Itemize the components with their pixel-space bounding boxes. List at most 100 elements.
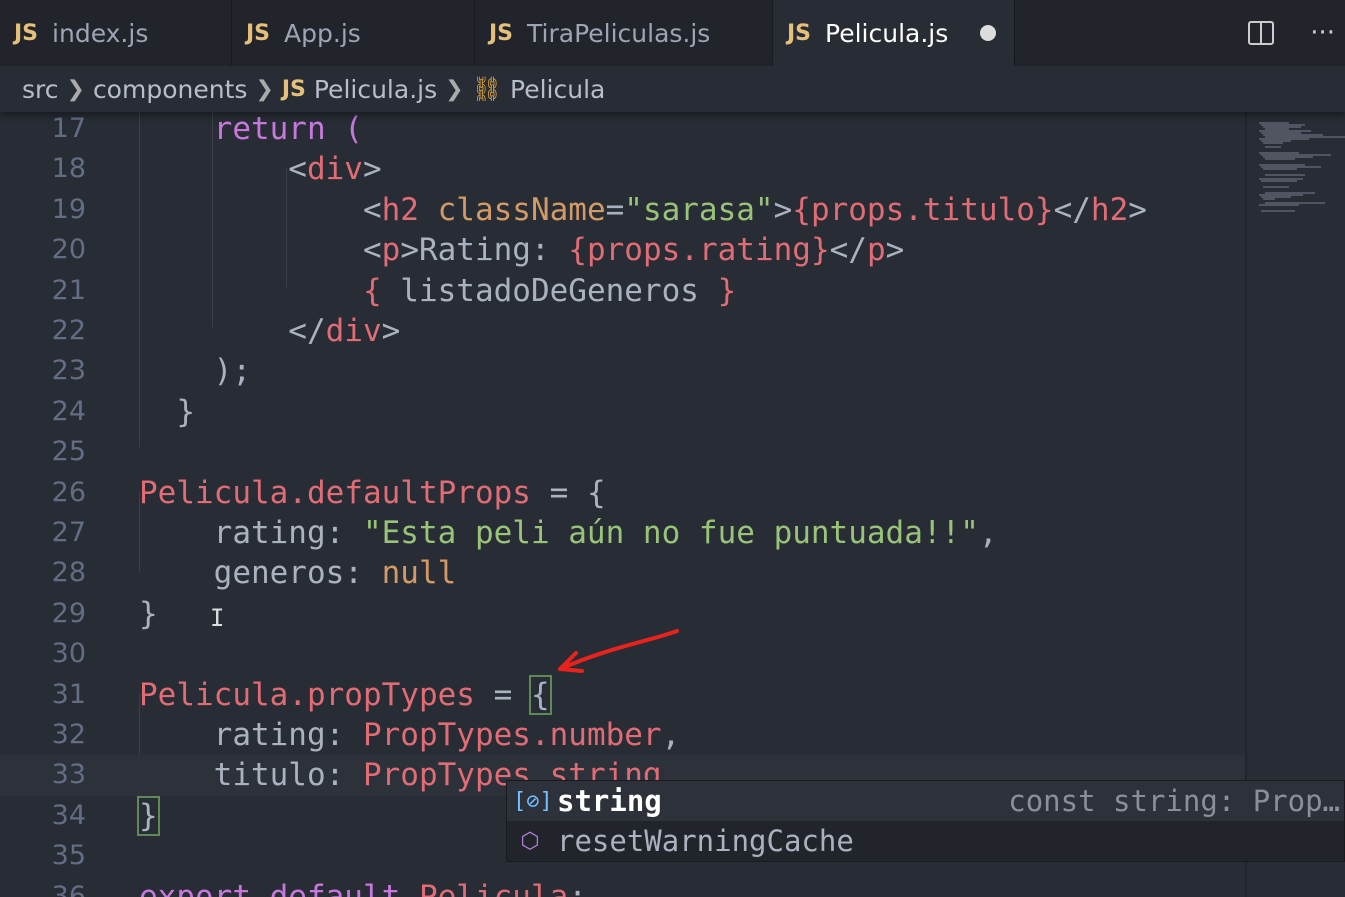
split-editor-icon[interactable] xyxy=(1248,21,1275,45)
code-line-32: 32 rating: PropTypes.number, xyxy=(0,715,1245,755)
code-token: , xyxy=(661,717,681,753)
line-number: 23 xyxy=(51,355,86,387)
line-code: <h2 className="sarasa">{props.titulo}</h… xyxy=(139,190,1147,230)
code-line-26: 26 Pelicula.defaultProps = { xyxy=(0,473,1245,513)
line-number: 34 xyxy=(51,799,86,831)
minimap-line xyxy=(1263,186,1289,188)
tab-app-js[interactable]: JS App.js xyxy=(232,0,475,66)
tab-pelicula-js[interactable]: JS Pelicula.js xyxy=(773,0,1015,66)
breadcrumb-file[interactable]: Pelicula.js xyxy=(314,75,437,104)
code-token: generos: xyxy=(139,555,382,592)
code-line-23: 23 ); xyxy=(0,351,1245,391)
line-code: rating: PropTypes.number, xyxy=(139,715,681,755)
line-code: { listadoDeGeneros } xyxy=(139,271,736,311)
breadcrumb-components[interactable]: components xyxy=(93,75,247,104)
code-line-20: 20 <p>Rating: {props.rating}</p> xyxy=(0,230,1245,270)
more-actions-icon[interactable]: ··· xyxy=(1310,18,1335,48)
code-token: = xyxy=(474,676,531,713)
minimap-line xyxy=(1265,174,1305,176)
code-token: export default xyxy=(139,878,419,897)
tab-index-js[interactable]: JS index.js xyxy=(0,0,232,66)
code-token: </ xyxy=(829,232,867,269)
breadcrumb-symbol[interactable]: Pelicula xyxy=(510,75,605,104)
code-token: PropTypes xyxy=(362,717,531,753)
matched-bracket: } xyxy=(137,795,160,836)
code-token: p xyxy=(381,232,401,269)
code-token: .number xyxy=(530,717,662,753)
code-token: } xyxy=(810,232,830,269)
code-line-18: 18 <div> xyxy=(0,149,1245,189)
code-token: className xyxy=(418,191,606,228)
code-token: .propTypes xyxy=(288,676,475,713)
tab-label: TiraPeliculas.js xyxy=(527,18,711,48)
code-token: div xyxy=(306,151,363,188)
tab-label: App.js xyxy=(284,18,361,48)
line-number: 18 xyxy=(51,153,86,185)
breadcrumb: src ❯ components ❯ JS Pelicula.js ❯ ⛓ Pe… xyxy=(0,66,1345,112)
minimap-line xyxy=(1261,210,1295,212)
line-number: 26 xyxy=(51,476,86,508)
breadcrumb-src[interactable]: src xyxy=(22,75,59,104)
tab-label: Pelicula.js xyxy=(825,18,949,48)
line-number: 22 xyxy=(51,315,86,346)
code-token: ); xyxy=(139,353,251,390)
tab-bar: JS index.js JS App.js JS TiraPeliculas.js JS Pe… xyxy=(0,0,1345,66)
line-number: 25 xyxy=(51,436,86,468)
line-code: } xyxy=(139,392,195,432)
minimap-line xyxy=(1259,204,1299,206)
code-token: props.rating xyxy=(586,232,811,269)
suggest-detail: const string: Prop… xyxy=(1008,784,1340,818)
code-token: null xyxy=(381,555,457,592)
js-file-icon: JS xyxy=(246,20,271,46)
chevron-right-icon: ❯ xyxy=(66,76,85,102)
line-code: } xyxy=(137,795,160,836)
code-token: titulo: xyxy=(139,757,363,794)
code-token: h2 xyxy=(381,191,419,228)
code-token: h2 xyxy=(1090,191,1129,228)
suggest-label: resetWarningCache xyxy=(557,824,854,858)
code-token: < xyxy=(139,151,307,188)
line-number: 36 xyxy=(51,880,86,897)
code-token: </ xyxy=(139,313,326,349)
code-line-25: 25 xyxy=(0,432,1245,472)
line-code: <div> xyxy=(139,149,381,189)
tab-tirapeliculas-js[interactable]: JS TiraPeliculas.js xyxy=(475,0,773,66)
code-token: } xyxy=(1034,191,1054,228)
line-number: 31 xyxy=(51,678,86,710)
code-token: } xyxy=(139,595,158,632)
code-token: { xyxy=(568,232,587,269)
code-token: < xyxy=(139,191,382,228)
module-cube-icon: ⬡ xyxy=(520,828,540,854)
suggest-item-string[interactable]: [⊘] string const string: Prop… xyxy=(507,781,1344,821)
js-file-icon: JS xyxy=(787,20,812,46)
line-code: export default Pelicula; xyxy=(139,877,587,897)
code-line-17: 17 return ( xyxy=(0,112,1245,149)
code-token: "Esta peli aún no fue puntuada!!" xyxy=(362,515,979,551)
minimap-line xyxy=(1263,198,1275,200)
line-number: 17 xyxy=(51,113,86,144)
code-line-28: 28 generos: null xyxy=(0,553,1245,593)
line-number: 32 xyxy=(51,719,86,750)
minimap-line xyxy=(1265,158,1295,160)
code-token: { xyxy=(362,272,382,309)
suggest-item-resetwarningcache[interactable]: ⬡ resetWarningCache xyxy=(507,821,1344,861)
variable-icon: [⊘] xyxy=(513,788,553,814)
code-token: { xyxy=(792,191,811,228)
code-token: > xyxy=(773,191,793,228)
code-token: < xyxy=(139,232,382,269)
minimap-line xyxy=(1263,168,1297,170)
code-token: > xyxy=(381,313,401,349)
suggest-widget: [⊘] string const string: Prop… ⬡ resetWa… xyxy=(506,780,1345,862)
js-file-icon: JS xyxy=(14,20,39,46)
code-token: props.titulo xyxy=(810,191,1035,228)
code-line-21: 21 { listadoDeGeneros } xyxy=(0,271,1245,311)
line-number: 30 xyxy=(51,638,86,670)
symbol-class-icon: ⛓ xyxy=(471,75,503,103)
code-token: Pelicula xyxy=(418,878,569,897)
text-cursor-ibeam: I xyxy=(210,604,225,632)
code-token: "sarasa" xyxy=(624,191,774,228)
unsaved-dot-icon[interactable] xyxy=(980,25,997,41)
line-number: 29 xyxy=(51,597,86,629)
code-token: ; xyxy=(568,878,587,897)
line-number: 24 xyxy=(51,395,86,427)
